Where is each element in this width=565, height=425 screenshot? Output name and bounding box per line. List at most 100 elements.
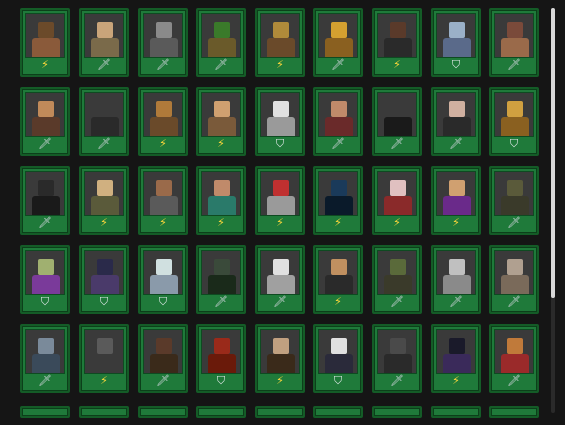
character-card[interactable]: 🗡: [138, 324, 188, 393]
character-card[interactable]: ⚡: [79, 324, 129, 393]
sword-icon: 🗡: [507, 216, 521, 229]
character-card[interactable]: ⚡: [20, 8, 70, 77]
character-body: [208, 354, 236, 373]
character-body: [501, 275, 529, 294]
character-head: [507, 101, 523, 117]
character-head: [214, 101, 230, 117]
character-card-partial[interactable]: [20, 406, 70, 418]
character-card[interactable]: 🗡: [489, 8, 539, 77]
character-card[interactable]: ⚡: [138, 87, 188, 156]
character-portrait: [84, 329, 124, 374]
character-card-partial[interactable]: [431, 406, 481, 418]
sword-icon: 🗡: [449, 137, 463, 150]
character-card[interactable]: ⚡: [313, 166, 363, 235]
character-card[interactable]: ⚡: [431, 166, 481, 235]
character-body: [91, 354, 119, 373]
character-portrait: [436, 13, 476, 58]
character-card[interactable]: 🗡: [431, 245, 481, 314]
character-card[interactable]: 🗡: [255, 245, 305, 314]
character-card[interactable]: 🗡: [79, 8, 129, 77]
character-card[interactable]: 🗡: [138, 8, 188, 77]
character-card[interactable]: 🗡: [196, 245, 246, 314]
character-card[interactable]: ⚡: [372, 166, 422, 235]
character-card-partial[interactable]: [489, 406, 539, 418]
character-body: [501, 354, 529, 373]
character-card[interactable]: 🗡: [196, 8, 246, 77]
character-portrait: [494, 92, 534, 137]
character-card[interactable]: ⚡: [196, 166, 246, 235]
character-card[interactable]: 🗡: [79, 87, 129, 156]
character-card-partial[interactable]: [372, 406, 422, 418]
sword-icon: 🗡: [390, 137, 404, 150]
shield-icon: ⛉: [509, 137, 519, 150]
character-card[interactable]: ⚡: [313, 245, 363, 314]
character-portrait: [201, 171, 241, 216]
character-card[interactable]: 🗡: [372, 324, 422, 393]
sword-icon: 🗡: [97, 58, 111, 71]
character-card[interactable]: ⛉: [255, 87, 305, 156]
lightning-icon: ⚡: [217, 216, 225, 229]
character-body: [267, 117, 295, 136]
character-card-partial[interactable]: [79, 406, 129, 418]
character-card[interactable]: ⚡: [79, 166, 129, 235]
character-portrait: [25, 329, 65, 374]
shield-icon: ⛉: [333, 374, 343, 387]
character-card[interactable]: 🗡: [313, 87, 363, 156]
character-body: [150, 354, 178, 373]
scrollbar-thumb[interactable]: [551, 8, 555, 298]
character-body: [150, 117, 178, 136]
character-portrait: [377, 250, 417, 295]
character-card[interactable]: 🗡: [20, 166, 70, 235]
character-card[interactable]: ⛉: [313, 324, 363, 393]
lightning-icon: ⚡: [393, 216, 401, 229]
character-card[interactable]: ⛉: [79, 245, 129, 314]
character-body: [325, 196, 353, 215]
character-portrait: [318, 329, 358, 374]
sword-icon: 🗡: [38, 374, 52, 387]
character-body: [267, 354, 295, 373]
sword-icon: 🗡: [97, 137, 111, 150]
character-body: [443, 117, 471, 136]
character-card[interactable]: ⚡: [431, 324, 481, 393]
character-head: [390, 22, 406, 38]
character-card-partial[interactable]: [196, 406, 246, 418]
character-card[interactable]: ⚡: [196, 87, 246, 156]
character-head: [97, 22, 113, 38]
character-card[interactable]: ⚡: [255, 8, 305, 77]
character-card[interactable]: 🗡: [372, 245, 422, 314]
character-body: [384, 117, 412, 136]
character-card[interactable]: 🗡: [313, 8, 363, 77]
character-card[interactable]: ⛉: [20, 245, 70, 314]
character-card[interactable]: 🗡: [489, 324, 539, 393]
character-card[interactable]: 🗡: [372, 87, 422, 156]
character-card[interactable]: ⚡: [138, 166, 188, 235]
character-card[interactable]: ⛉: [138, 245, 188, 314]
character-portrait: [318, 171, 358, 216]
character-card[interactable]: 🗡: [489, 245, 539, 314]
character-card-partial[interactable]: [138, 406, 188, 418]
character-card[interactable]: ⛉: [196, 324, 246, 393]
lightning-icon: ⚡: [100, 374, 108, 387]
character-head: [156, 338, 172, 354]
character-card-partial[interactable]: [313, 406, 363, 418]
shield-icon: ⛉: [275, 137, 285, 150]
character-portrait: [25, 250, 65, 295]
character-card[interactable]: ⚡: [372, 8, 422, 77]
character-card[interactable]: ⚡: [255, 324, 305, 393]
character-card[interactable]: 🗡: [20, 87, 70, 156]
character-card-partial[interactable]: [255, 406, 305, 418]
character-head: [38, 259, 54, 275]
character-card[interactable]: ⚡: [255, 166, 305, 235]
character-head: [38, 22, 54, 38]
character-card[interactable]: 🗡: [431, 87, 481, 156]
character-card[interactable]: 🗡: [20, 324, 70, 393]
character-head: [156, 22, 172, 38]
character-card[interactable]: ⛉: [431, 8, 481, 77]
character-body: [384, 354, 412, 373]
character-head: [331, 259, 347, 275]
character-portrait: [260, 171, 300, 216]
character-portrait: [143, 171, 183, 216]
character-card[interactable]: 🗡: [489, 166, 539, 235]
character-card[interactable]: ⛉: [489, 87, 539, 156]
shield-icon: ⛉: [158, 295, 168, 308]
